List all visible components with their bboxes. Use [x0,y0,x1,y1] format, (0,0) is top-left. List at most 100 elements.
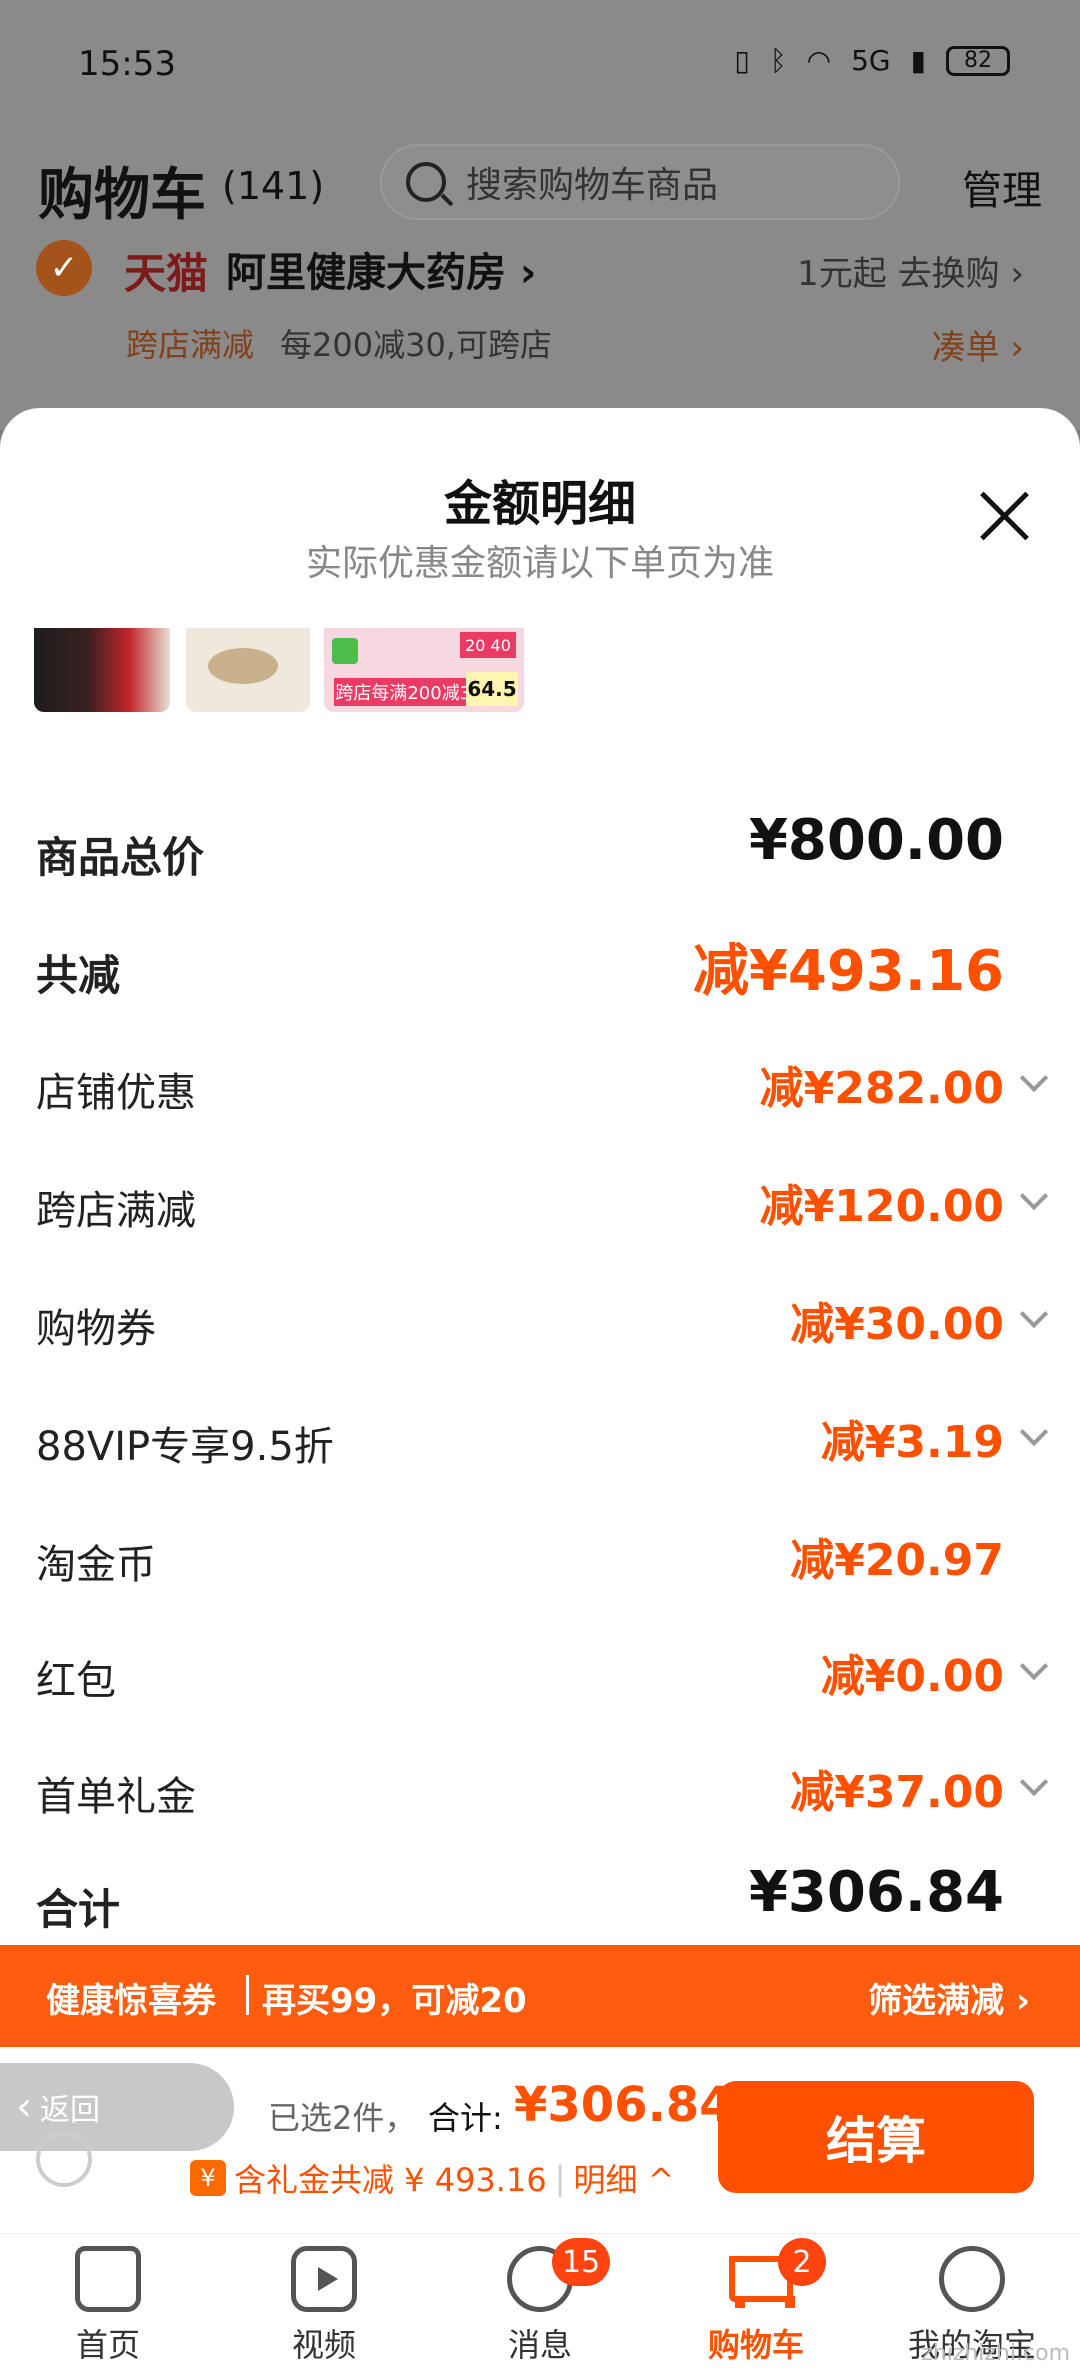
close-icon[interactable] [976,488,1032,544]
store-row: ✓ 天猫 阿里健康大药房 › 1元起 去换购 › [0,230,1080,300]
row-vip[interactable]: 88VIP专享9.5折 减¥3.19 [0,1398,1080,1478]
discount-summary[interactable]: ¥ 含礼金共减 ¥ 493.16 | 明细 ^ [190,2155,674,2201]
back-label: 返回 [40,2093,100,2128]
exchange-link[interactable]: 1元起 去换购 › [797,246,1024,295]
row-value: 减¥37.00 [790,1767,1004,1818]
thumb-promo-tag: 跨店每满200减30 [334,678,484,706]
row-first-order-gift[interactable]: 首单礼金 减¥37.00 [0,1748,1080,1828]
wifi-icon: ◠ [806,44,832,77]
tab-label: 视频 [291,2326,356,2364]
row-label: 商品总价 [36,833,205,882]
chevron-down-icon[interactable] [1019,1417,1049,1447]
product-thumb-sand [186,628,310,712]
row-label: 淘金币 [36,1542,156,1588]
sand-image [208,648,278,684]
message-badge: 15 [552,2238,611,2286]
row-value: ¥800.00 [748,808,1004,873]
search-placeholder: 搜索购物车商品 [466,165,719,206]
row-total-price: 商品总价 ¥800.00 [0,808,1080,888]
row-value: 减¥3.19 [820,1417,1004,1468]
row-red-packet[interactable]: 红包 减¥0.00 [0,1632,1080,1712]
sheet-title: 金额明细 [443,476,636,532]
chevron-left-icon: ‹ [16,2084,32,2130]
amount-detail-sheet: 金额明细 实际优惠金额请以下单页为准 20 40 跨店每满200减30 64.5… [0,408,1080,2048]
row-label: 首单礼金 [36,1774,196,1820]
tab-home[interactable]: 首页 [8,2246,208,2376]
banner-offer: 再买99，可减20 [262,1981,527,2021]
sheet-subtitle: 实际优惠金额请以下单页为准 [305,543,774,584]
battery-icon: 82 [946,45,1010,76]
promo-banner[interactable]: 健康惊喜券 再买99，可减20 筛选满减 › [0,1945,1080,2047]
checkout-bar: ‹ 返回 已选2件， 合计: ¥306.84 ¥ 含礼金共减 ¥ 493.16 … [0,2047,1080,2233]
search-icon [406,162,446,202]
background-cart-layer: 15:53 ▯ ᛒ ◠ 5G ▮ 82 购物车 (141) 搜索购物车商品 管理… [0,0,1080,430]
row-label: 购物券 [36,1306,156,1352]
row-label: 跨店满减 [36,1188,196,1234]
gift-money-icon: ¥ [190,2160,226,2196]
row-cross-store[interactable]: 跨店满减 减¥120.00 [0,1162,1080,1242]
row-coupon[interactable]: 购物券 减¥30.00 [0,1280,1080,1360]
row-label: 店铺优惠 [36,1070,196,1116]
home-icon [75,2246,141,2312]
status-time: 15:53 [78,44,176,84]
search-input[interactable]: 搜索购物车商品 [380,144,900,220]
row-value: ¥306.84 [748,1860,1004,1925]
tab-video[interactable]: 视频 [224,2246,424,2376]
chevron-down-icon[interactable] [1019,1063,1049,1093]
vibrate-icon: ▯ [734,44,750,77]
row-coins: 淘金币 减¥20.97 [0,1516,1080,1596]
add-items-link[interactable]: 凑单 › [932,320,1024,369]
row-value: 减¥282.00 [759,1063,1004,1114]
video-icon [291,2246,357,2312]
checkout-button[interactable]: 结算 [718,2081,1034,2193]
filter-discount-link[interactable]: 筛选满减 › [868,1973,1030,2022]
tab-cart[interactable]: 2 购物车 [656,2238,856,2376]
seal-icon [332,638,358,664]
row-value: 减¥493.16 [692,939,1004,1004]
row-store-discount[interactable]: 店铺优惠 减¥282.00 [0,1044,1080,1124]
row-label: 共减 [36,951,121,1000]
tab-label: 购物车 [707,2326,804,2364]
manage-button[interactable]: 管理 [962,158,1042,216]
thumb-price: 64.5 [466,672,518,706]
row-value: 减¥30.00 [790,1299,1004,1350]
select-all-radio[interactable] [36,2131,92,2187]
thumb-badge: 20 40 [460,632,516,658]
promo-tag: 跨店满减 [126,326,255,364]
cart-page: 15:53 ▯ ᛒ ◠ 5G ▮ 82 购物车 (141) 搜索购物车商品 管理… [0,0,1080,2376]
row-label: 88VIP专享9.5折 [36,1424,334,1470]
network-label: 5G [851,44,891,77]
cart-count: (141) [222,164,325,208]
status-bar: 15:53 ▯ ᛒ ◠ 5G ▮ 82 [0,0,1080,130]
row-value: 减¥120.00 [759,1181,1004,1232]
row-value: 减¥0.00 [820,1651,1004,1702]
back-button[interactable]: ‹ 返回 [0,2063,234,2151]
chevron-down-icon[interactable] [1019,1299,1049,1329]
detail-toggle[interactable]: 明细 ^ [573,2155,674,2201]
signal-icon: ▮ [910,44,926,77]
row-label: 合计 [36,1885,121,1934]
total-label: 合计: [428,2099,503,2137]
product-thumb-health: 20 40 跨店每满200减30 64.5 [324,628,524,712]
store-checkbox[interactable]: ✓ [36,240,92,296]
banner-divider [246,1975,249,2015]
page-title: 购物车 [38,163,206,228]
promo-row: 跨店满减 每200减30,可跨店 凑单 › [0,312,1080,372]
store-name-link[interactable]: 阿里健康大药房 › [226,240,536,298]
row-grand-total: 合计 ¥306.84 [0,1860,1080,1940]
cart-badge: 2 [778,2238,826,2286]
tab-label: 消息 [507,2326,572,2364]
divider: | [554,2159,566,2197]
cart-header: 购物车 (141) 搜索购物车商品 管理 [0,140,1080,230]
chevron-down-icon[interactable] [1019,1767,1049,1797]
chevron-down-icon[interactable] [1019,1181,1049,1211]
status-icons: ▯ ᛒ ◠ 5G ▮ 82 [734,44,1010,77]
bluetooth-icon: ᛒ [769,44,787,77]
row-label: 红包 [36,1658,116,1704]
promo-desc: 每200减30,可跨店 [280,326,552,364]
tab-messages[interactable]: 15 消息 [440,2238,640,2376]
discount-text: 含礼金共减 ¥ 493.16 [234,2161,547,2199]
chevron-down-icon[interactable] [1019,1651,1049,1681]
watermark: zhizhizhi.com [921,2341,1070,2366]
tab-label: 首页 [75,2326,140,2364]
